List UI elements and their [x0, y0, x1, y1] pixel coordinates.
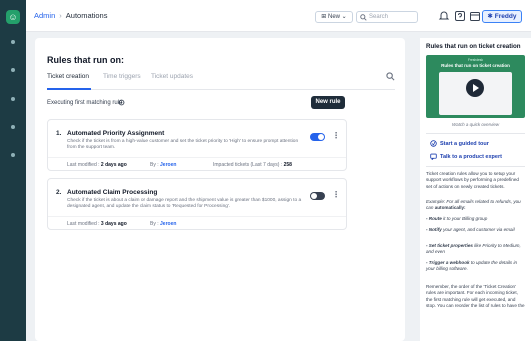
bullet-route-bold: - Route: [426, 216, 442, 221]
active-tab-indicator: [47, 88, 91, 90]
nav-dot-icon[interactable]: [11, 68, 15, 72]
last-modified-label: Last modified :: [67, 162, 100, 168]
help-panel: Rules that run on ticket creation Freshd…: [420, 38, 531, 341]
chat-icon: [430, 153, 437, 161]
top-bar: Admin › Automations ⊞ New ⌄ Search ✱ Fredd…: [26, 0, 531, 32]
breadcrumb-separator-icon: ›: [59, 11, 62, 20]
bullet-webhook-bold: - Trigger a webhook: [426, 260, 470, 265]
bullet-notify-text: your agent, and customer via email: [441, 227, 515, 232]
play-icon[interactable]: [466, 79, 484, 97]
bullet-route-text: it to your Billing group: [441, 216, 488, 221]
overview-video[interactable]: Freshdesk Rules that run on ticket creat…: [426, 55, 525, 118]
author-link[interactable]: Jeroen: [160, 162, 176, 168]
rule-number: 2.: [56, 189, 62, 196]
help-paragraph: Ticket creation rules allow you to setup…: [426, 171, 519, 189]
search-placeholder: Search: [369, 14, 389, 20]
nav-dot-icon[interactable]: [11, 97, 15, 101]
bullet-set-bold: - Set ticket properties: [426, 243, 473, 248]
new-button[interactable]: ⊞ New ⌄: [315, 11, 353, 23]
new-rule-button[interactable]: New rule: [311, 96, 345, 109]
rule-meta: Last modified : 2 days ago By : Jeroen I…: [48, 157, 346, 171]
talk-expert-link[interactable]: Talk to a product expert: [430, 153, 502, 161]
rule-card[interactable]: 1. Automated Priority Assignment Check i…: [47, 119, 347, 171]
rule-name[interactable]: Automated Claim Processing: [67, 189, 157, 196]
nav-dot-icon[interactable]: [11, 125, 15, 129]
rules-panel: Rules that run on: Ticket creation Time …: [35, 38, 405, 341]
tab-ticket-updates[interactable]: Ticket updates: [151, 73, 193, 80]
help-bullet: - Route it to your Billing group: [426, 216, 525, 222]
rule-card[interactable]: 2. Automated Claim Processing Check if t…: [47, 178, 347, 230]
last-modified-value: 2 days ago: [100, 162, 127, 168]
help-paragraph: Remember, the order of the 'Ticket Creat…: [426, 284, 525, 308]
last-modified-label: Last modified :: [67, 221, 100, 227]
impacted-label: Impacted tickets (Last 7 days) :: [213, 162, 283, 168]
guided-tour-label: Start a guided tour: [440, 140, 489, 147]
more-options-icon[interactable]: ⋮: [332, 131, 340, 140]
execution-mode-label: Executing first matching rule: [47, 100, 123, 106]
gear-icon[interactable]: [118, 99, 125, 106]
help-panel-title: Rules that run on ticket creation: [426, 43, 521, 50]
rule-meta: Last modified : 3 days ago By : Jeroen: [48, 216, 346, 230]
help-bullet: - Set ticket properties like Priority to…: [426, 243, 525, 256]
help-bullet: - Trigger a webhook to update the detail…: [426, 260, 525, 273]
nav-dot-icon[interactable]: [11, 40, 15, 44]
guided-tour-link[interactable]: Start a guided tour: [430, 140, 489, 147]
rule-enabled-toggle[interactable]: [310, 192, 325, 200]
nav-dot-icon[interactable]: [11, 153, 15, 157]
tab-time-triggers[interactable]: Time triggers: [103, 73, 141, 80]
help-icon[interactable]: [454, 10, 466, 22]
page-title: Rules that run on:: [47, 55, 124, 65]
divider: [426, 133, 525, 134]
rule-tabs: Ticket creation Time triggers Ticket upd…: [47, 72, 395, 90]
tab-ticket-creation[interactable]: Ticket creation: [47, 73, 89, 80]
rule-description: Check if the ticket is from a high-value…: [67, 139, 299, 151]
rule-enabled-toggle[interactable]: [310, 133, 325, 141]
by-label: By :: [150, 221, 159, 227]
impacted-value: 258: [283, 162, 292, 168]
author-link[interactable]: Jeroen: [160, 221, 176, 227]
freddy-button[interactable]: ✱ Freddy: [482, 10, 522, 23]
rule-number: 1.: [56, 130, 62, 137]
last-modified-value: 3 days ago: [100, 221, 127, 227]
bell-icon[interactable]: [438, 10, 450, 22]
video-title: Rules that run on ticket creation: [441, 63, 510, 68]
calendar-icon[interactable]: [469, 10, 481, 22]
video-brand: Freshdesk: [468, 58, 483, 62]
breadcrumb-admin-link[interactable]: Admin: [34, 11, 55, 20]
breadcrumb: Admin › Automations: [34, 11, 107, 20]
left-nav-rail: ☺: [0, 0, 26, 341]
breadcrumb-current: Automations: [65, 11, 108, 20]
watch-overview-caption: Watch a quick overview: [451, 122, 500, 127]
tour-icon: [430, 140, 437, 147]
bullet-notify-bold: - Notify: [426, 227, 442, 232]
help-example: Example: For all emails related to refun…: [426, 199, 525, 212]
app-logo-icon[interactable]: ☺: [6, 10, 20, 24]
rule-description: Check if the ticket is about a claim or …: [67, 198, 302, 210]
by-label: By :: [150, 162, 159, 168]
help-bullet: - Notify your agent, and customer via em…: [426, 227, 525, 233]
talk-expert-label: Talk to a product expert: [440, 153, 502, 160]
example-emphasis: automatically:: [434, 205, 466, 211]
divider: [426, 166, 525, 167]
rule-name[interactable]: Automated Priority Assignment: [67, 130, 164, 137]
search-icon[interactable]: [386, 72, 395, 81]
more-options-icon[interactable]: ⋮: [332, 190, 340, 199]
freddy-label: Freddy: [494, 13, 517, 20]
search-input[interactable]: Search: [356, 11, 418, 23]
search-icon: [360, 14, 367, 21]
new-button-label: New: [327, 14, 340, 20]
